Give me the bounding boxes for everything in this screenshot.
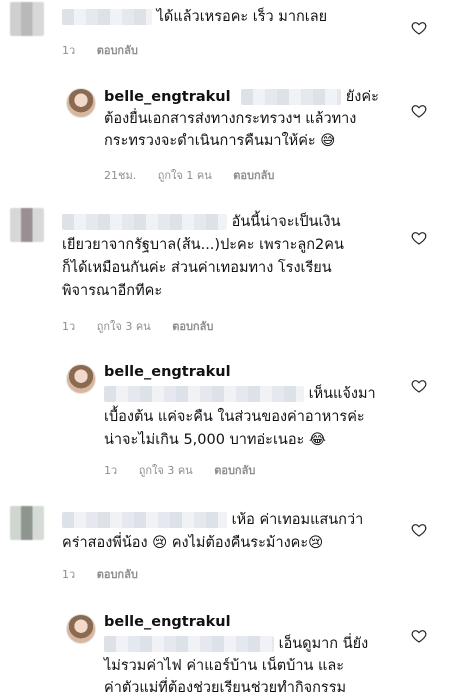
comment-meta: 1ว ถูกใจ 3 คน ตอบกลับ bbox=[104, 461, 273, 479]
comment-meta: 1ว ตอบกลับ bbox=[62, 41, 156, 59]
comment-text: เห็นแจ้งมา bbox=[104, 384, 376, 406]
avatar[interactable] bbox=[10, 506, 44, 540]
comment-meta: 1ว ตอบกลับ bbox=[62, 565, 156, 583]
comment-text: เอ็นดูมาก นี่ยัง bbox=[104, 634, 368, 656]
comment-text-line: เห้อ ค่าเทอมแสนกว่า bbox=[231, 512, 364, 528]
comment-text-line: น่าจะไม่เกิน 5,000 บาทอ่ะเนอะ 😂 bbox=[104, 432, 326, 448]
heart-icon[interactable] bbox=[411, 522, 427, 538]
heart-icon[interactable] bbox=[411, 20, 427, 36]
comment-meta: 21ชม. ถูกใจ 1 คน ตอบกลับ bbox=[104, 166, 292, 184]
comment-text: เห้อ ค่าเทอมแสนกว่า bbox=[62, 510, 363, 532]
comment-text: belle_engtrakul ยังค่ะ bbox=[104, 87, 379, 109]
reply-button[interactable]: ตอบกลับ bbox=[214, 464, 255, 477]
comment-text-line: ยังค่ะ bbox=[345, 89, 379, 105]
comment-text: belle_engtrakul bbox=[104, 612, 237, 634]
redacted-username bbox=[62, 9, 152, 25]
heart-icon[interactable] bbox=[411, 378, 427, 394]
redacted-username bbox=[62, 214, 227, 230]
avatar[interactable] bbox=[66, 614, 96, 644]
timestamp: 21ชม. bbox=[104, 169, 137, 182]
redacted-username bbox=[62, 512, 227, 528]
username-link[interactable]: belle_engtrakul bbox=[104, 89, 231, 105]
timestamp: 1ว bbox=[62, 44, 76, 57]
avatar[interactable] bbox=[66, 364, 96, 394]
username-link[interactable]: belle_engtrakul bbox=[104, 614, 231, 630]
comment-meta: 1ว ถูกใจ 3 คน ตอบกลับ bbox=[62, 317, 231, 335]
redacted-mention bbox=[104, 636, 274, 652]
comment-text: belle_engtrakul bbox=[104, 362, 237, 384]
comment-text-line: เยียวยาจากรัฐบาล(ส้น...)ปะคะ เพราะลูก2คน bbox=[62, 237, 344, 253]
reply-button[interactable]: ตอบกลับ bbox=[172, 320, 213, 333]
likes-count[interactable]: ถูกใจ 1 คน bbox=[158, 169, 212, 182]
comment-text-line: อันนี้น่าจะเป็นเงิน bbox=[231, 214, 341, 230]
likes-count[interactable]: ถูกใจ 3 คน bbox=[97, 320, 151, 333]
comment-text-line: ต้องยื่นเอกสารส่งทางกระทรวงฯ แล้วทาง bbox=[104, 111, 357, 127]
username-link[interactable]: belle_engtrakul bbox=[104, 364, 231, 380]
comment-text-line: คร่าสองพี่น้อง 😢 คงไม่ต้องคืนระม้างคะ😢 bbox=[62, 535, 324, 551]
heart-icon[interactable] bbox=[411, 628, 427, 644]
avatar[interactable] bbox=[66, 88, 96, 118]
reply-button[interactable]: ตอบกลับ bbox=[233, 169, 274, 182]
comment-text: ได้แล้วเหรอคะ เร็ว มากเลย bbox=[62, 7, 327, 29]
timestamp: 1ว bbox=[62, 568, 76, 581]
reply-button[interactable]: ตอบกลับ bbox=[97, 44, 138, 57]
reply-button[interactable]: ตอบกลับ bbox=[97, 568, 138, 581]
comment-text: อันนี้น่าจะเป็นเงิน bbox=[62, 212, 341, 234]
likes-count[interactable]: ถูกใจ 3 คน bbox=[139, 464, 193, 477]
comment-text-line: ค่าตัวแม่ที่ต้องช่วยเรียนช่วยทำกิจกรรม bbox=[104, 680, 347, 696]
heart-icon[interactable] bbox=[411, 103, 427, 119]
comment-text-line: เบื้องต้น แค่จะคืน ในส่วนของค่าอาหารค่ะ bbox=[104, 409, 365, 425]
avatar[interactable] bbox=[10, 208, 44, 242]
comment-text-line: กระทรวงจะดำเนินการคืนมาให้ค่ะ 😅 bbox=[104, 133, 336, 149]
timestamp: 1ว bbox=[62, 320, 76, 333]
comment-text-line: ก็ได้เหมือนกันค่ะ ส่วนค่าเทอมทาง โรงเรีย… bbox=[62, 260, 332, 276]
comment-text-line: ได้แล้วเหรอคะ เร็ว มากเลย bbox=[156, 9, 328, 25]
comment-text-line: ไม่รวมค่าไฟ ค่าแอร์บ้าน เน็ตบ้าน และ bbox=[104, 658, 345, 674]
comment-text-line: เอ็นดูมาก นี่ยัง bbox=[278, 636, 369, 652]
heart-icon[interactable] bbox=[411, 230, 427, 246]
redacted-mention bbox=[104, 386, 304, 402]
avatar[interactable] bbox=[10, 2, 44, 36]
comment-text-line: เห็นแจ้งมา bbox=[308, 386, 376, 402]
redacted-mention bbox=[241, 89, 342, 105]
comment-text-line: พิจารณาอีกทีคะ bbox=[62, 283, 163, 299]
timestamp: 1ว bbox=[104, 464, 118, 477]
